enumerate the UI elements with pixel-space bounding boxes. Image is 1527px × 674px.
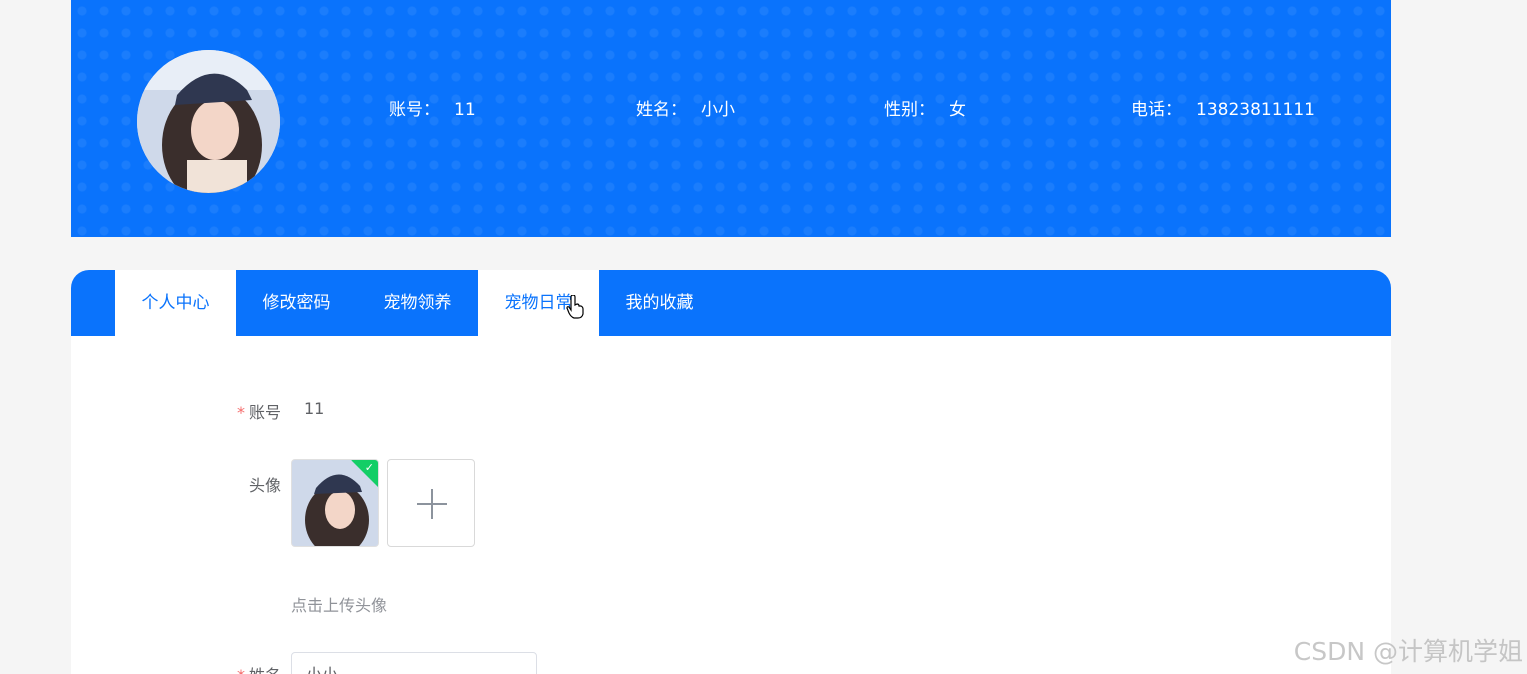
header-phone-value: 13823811111	[1196, 100, 1315, 120]
profile-banner: 账号： 11 姓名： 小小 性别： 女 电话： 13823811111	[71, 0, 1391, 237]
account-label-text: 账号	[248, 403, 281, 422]
account-value: 11	[304, 399, 325, 418]
tab-my-favorites[interactable]: 我的收藏	[599, 270, 720, 336]
header-phone: 电话： 13823811111	[1131, 95, 1315, 120]
header-gender-value: 女	[949, 100, 966, 120]
tab-change-password[interactable]: 修改密码	[236, 270, 357, 336]
required-mark: *	[236, 403, 245, 422]
name-input[interactable]: 小小	[291, 652, 537, 674]
avatar	[137, 50, 280, 193]
tab-bar: 个人中心 修改密码 宠物领养 宠物日常 我的收藏	[71, 270, 1391, 336]
header-phone-label: 电话：	[1131, 100, 1182, 120]
profile-form: *账号 11 头像 ✓ 点击上传头像 *姓名 小小	[71, 336, 1391, 674]
header-account-label: 账号：	[389, 100, 440, 120]
check-icon: ✓	[364, 461, 374, 474]
header-gender: 性别： 女	[884, 95, 966, 120]
name-field-label: * 姓名	[161, 662, 281, 674]
header-name-value: 小小	[701, 100, 735, 120]
header-name-label: 姓名：	[636, 100, 687, 120]
avatar-field-label: 头像	[248, 476, 281, 495]
required-mark: *	[237, 666, 245, 674]
tab-personal-center[interactable]: 个人中心	[115, 270, 236, 336]
watermark: CSDN @计算机学姐	[1293, 637, 1523, 666]
name-label-text: 姓名	[249, 666, 281, 674]
account-field-label: * 账号	[161, 399, 281, 423]
avatar-thumbnail[interactable]: ✓	[291, 459, 379, 547]
header-name: 姓名： 小小	[636, 95, 735, 120]
header-gender-label: 性别：	[884, 100, 935, 120]
hand-cursor-icon	[566, 294, 584, 323]
avatar-upload-button[interactable]	[387, 459, 475, 547]
upload-hint: 点击上传头像	[291, 596, 388, 615]
header-account-value: 11	[454, 100, 476, 120]
header-account: 账号： 11	[389, 95, 476, 120]
tab-pet-adoption[interactable]: 宠物领养	[357, 270, 478, 336]
